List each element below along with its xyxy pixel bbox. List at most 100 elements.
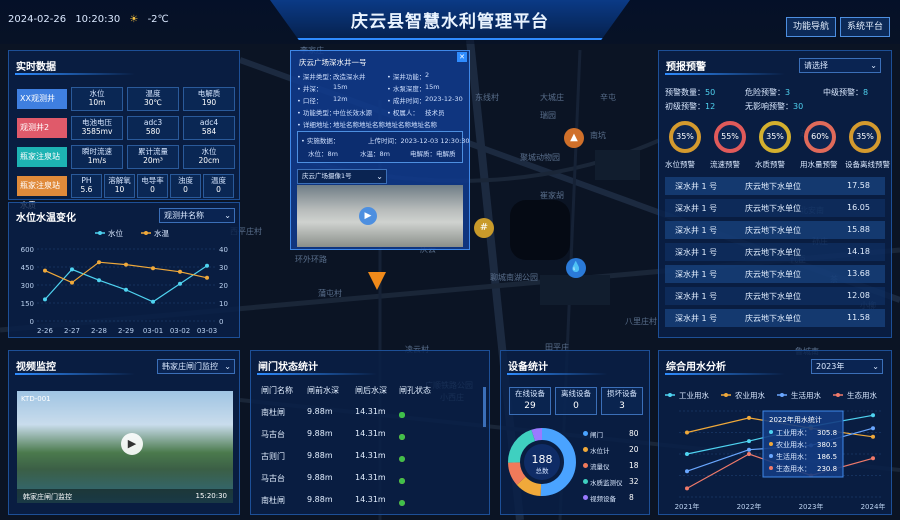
unit-name: 庆云地下水单位 xyxy=(745,204,801,213)
function-nav-button[interactable]: 功能导航 xyxy=(786,17,837,37)
sensor-name: 水位 xyxy=(89,89,105,98)
data-point xyxy=(70,267,74,272)
popup-field-label: • 成井时间： xyxy=(387,97,426,105)
popup-field-value: 15m xyxy=(333,83,348,91)
tooltip-title: 2022年用水统计 xyxy=(769,415,822,424)
popup-close-icon[interactable]: ✕ xyxy=(457,52,467,62)
warning-stat-label: 无影响预警： xyxy=(745,102,793,111)
sensor-value: 10 xyxy=(114,185,125,194)
sensor-value: 10m xyxy=(88,98,106,107)
warning-row: 深水井 1 号 庆云地下水单位 16.05 xyxy=(665,199,885,217)
warning-row: 深水井 1 号 庆云地下水单位 13.68 xyxy=(665,265,885,283)
water-usage-chart: 工业用水 农业用水 生活用水 生态用水 2021年 2022年 2023年 2024年 2022… xyxy=(665,390,885,511)
well-select[interactable]: 观测井名称 ⌄ xyxy=(159,208,235,223)
live-electrolyte: 电解质：电解质 xyxy=(410,150,456,158)
tooltip-label: 工业用水： xyxy=(776,428,811,437)
data-point xyxy=(685,486,689,491)
data-point xyxy=(685,430,689,435)
gate-camera-feed[interactable]: KTD-001 ▶ 韩家庄闸门监控 15:20:30 xyxy=(17,391,233,503)
system-platform-button[interactable]: 系统平台 xyxy=(840,17,891,37)
chevron-down-icon: ⌄ xyxy=(224,211,231,220)
tooltip-value: 186.5 xyxy=(817,453,837,461)
dashboard: 李家庄东线村大城庄辛屯瑞园南坑聚城动物园崔家胡西平庄村鸣柳村环外环路聊城南湖公园… xyxy=(0,0,900,520)
realtime-panel: 实时数据 XX观测井 水位 10m 温度 30℃ 电解质 190 观测井2 电池电压 3585mv… xyxy=(8,50,240,210)
well-name: 深水井 1 号 xyxy=(675,226,718,235)
device-type: 视频设备 xyxy=(590,495,616,503)
sensor-name: 溶解氧 xyxy=(108,176,131,185)
legend-dot xyxy=(583,447,588,452)
video-title: 视频监控 xyxy=(16,362,56,373)
location-pin-icon[interactable] xyxy=(368,272,386,290)
video-select[interactable]: 韩家庄闸门监控 ⌄ xyxy=(157,359,235,374)
popup-field-label: • 口径： xyxy=(297,97,323,105)
well-name: 深水井 1 号 xyxy=(675,248,718,257)
legend-dot xyxy=(583,463,588,468)
sensor-name: 电解质 xyxy=(197,89,221,98)
sensor-value: 584 xyxy=(201,127,217,136)
sensor-cell: 水位 10m xyxy=(71,87,123,111)
station-label[interactable]: 观测井2 xyxy=(17,118,67,138)
warning-select[interactable]: 请选择 ⌄ xyxy=(799,58,881,73)
sensor-cell: 溶解氧 10 xyxy=(104,174,135,198)
play-icon[interactable]: ▶ xyxy=(359,207,377,225)
map-label: 蒲屯村 xyxy=(318,289,342,298)
warning-ring-label: 流速预警 xyxy=(710,160,740,169)
date-text: 2024-02-26 xyxy=(8,14,67,25)
legend-dot xyxy=(836,393,840,397)
gate-name: 马古台 xyxy=(261,430,285,439)
warning-stat-value: 12 xyxy=(705,102,716,111)
warning-stat-value: 8 xyxy=(863,88,869,97)
tooltip-value: 230.8 xyxy=(817,465,837,473)
gate-name: 古则门 xyxy=(261,452,285,461)
device-count: 80 xyxy=(629,429,639,438)
gate-marker[interactable]: # xyxy=(474,218,494,238)
station-label[interactable]: XX观测井 xyxy=(17,89,67,109)
well-camera-feed[interactable]: ▶ xyxy=(297,185,463,247)
year-select[interactable]: 2023年 ⌄ xyxy=(811,359,883,374)
warning-value: 12.08 xyxy=(847,291,870,300)
camera-caption: 韩家庄闸门监控 xyxy=(23,493,72,501)
live-data-label: • 实施数据： xyxy=(301,137,340,145)
device-type: 水质监测仪 xyxy=(590,479,623,487)
tooltip-label: 生活用水： xyxy=(776,452,811,461)
well-name: 深水井 1 号 xyxy=(675,270,718,279)
back-depth: 14.31m xyxy=(355,473,386,482)
water-drop-marker[interactable]: 💧 xyxy=(566,258,586,278)
warning-ring: 35% xyxy=(849,121,881,153)
device-stat-box: 在线设备 29 xyxy=(509,387,551,415)
donut-slice xyxy=(531,428,543,442)
warning-ring-label: 水质预警 xyxy=(755,160,785,169)
sensor-cell: PH 5.6 xyxy=(71,174,102,198)
chevron-down-icon: ⌄ xyxy=(224,362,231,371)
warning-value: 13.68 xyxy=(847,269,870,278)
scrollbar[interactable] xyxy=(483,387,486,427)
warning-ring: 35% xyxy=(669,121,701,153)
camera-select[interactable]: 庆云广场摄像1号 ⌄ xyxy=(297,169,387,184)
data-point xyxy=(124,262,128,267)
x-tick-label: 2-26 xyxy=(37,327,53,335)
sensor-cell: 温度 30℃ xyxy=(127,87,179,111)
warning-row: 深水井 1 号 庆云地下水单位 11.58 xyxy=(665,309,885,327)
data-point xyxy=(747,415,751,420)
popup-field-label: • 水泵深度： xyxy=(387,85,426,93)
data-point xyxy=(871,434,875,439)
device-count: 32 xyxy=(629,477,639,486)
warning-stat: 危险预警：3 xyxy=(745,87,790,98)
water-chart-title: 水位水温变化 xyxy=(16,213,76,224)
well-name: 深水井 1 号 xyxy=(675,204,718,213)
donut-slice xyxy=(516,476,542,496)
map-label: 聚城动物园 xyxy=(520,153,560,162)
warning-stat-value: 50 xyxy=(705,88,716,97)
popup-field-value: 技术员 xyxy=(425,109,445,117)
station-label[interactable]: 瓶家注泉站 xyxy=(17,147,67,167)
device-type: 流量仪 xyxy=(590,463,610,471)
station-label[interactable]: 瓶家注泉站水质 xyxy=(17,176,67,210)
usage-tooltip: 2022年用水统计工业用水： 305.8 农业用水： 380.5 生活用水： 186.5 生… xyxy=(762,410,844,478)
sensor-cell: 瞬时流速 1m/s xyxy=(71,145,123,169)
play-icon[interactable]: ▶ xyxy=(121,433,143,455)
alarm-marker[interactable]: ▲ xyxy=(564,128,584,148)
x-tick-label: 2-29 xyxy=(118,327,134,335)
legend-dot xyxy=(98,231,102,235)
popup-field-value: 2 xyxy=(425,71,430,79)
status-dot xyxy=(399,434,405,440)
